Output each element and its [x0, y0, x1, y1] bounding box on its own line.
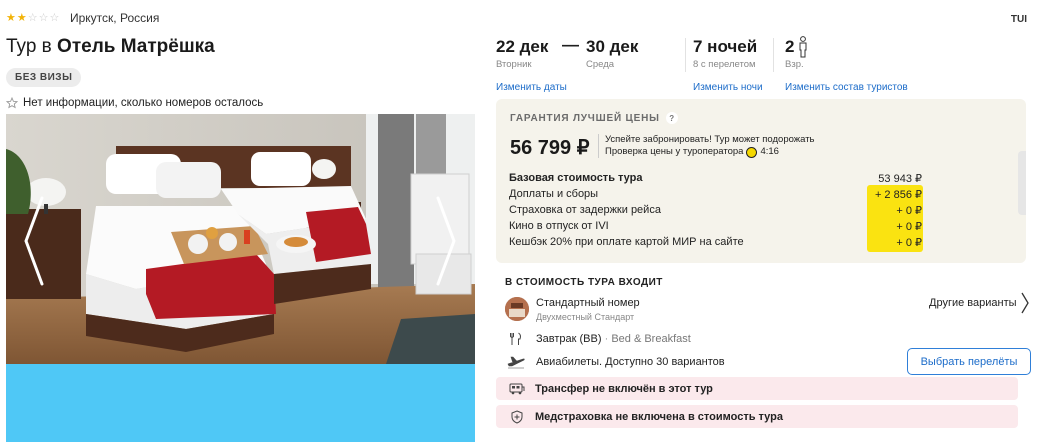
photo-prev-arrow[interactable]	[24, 196, 44, 286]
urgency-line2: Проверка цены у туроператора	[605, 146, 744, 157]
page-title: Тур в Отель Матрёшка	[6, 36, 215, 58]
nights-count: 7 ночей	[693, 37, 758, 56]
price-check-row: Проверка цены у туроператора 4:16	[605, 146, 779, 158]
meal-separator: ·	[604, 333, 609, 345]
hotel-stars: ★★☆☆☆	[6, 11, 60, 24]
rooms-info-text: Нет информации, сколько номеров осталось	[23, 97, 264, 109]
clock-icon	[746, 146, 758, 158]
included-title: В СТОИМОСТЬ ТУРА ВХОДИТ	[505, 277, 663, 288]
base-cost-value: 53 943 ₽	[878, 173, 922, 185]
divider	[685, 38, 686, 72]
photo-next-arrow[interactable]	[436, 196, 456, 286]
choose-flights-button[interactable]: Выбрать перелёты	[907, 348, 1031, 375]
other-options-link[interactable]: Другие варианты	[929, 297, 1017, 309]
visa-badge: БЕЗ ВИЗЫ	[6, 68, 82, 87]
ivi-value: + 0 ₽	[896, 221, 922, 233]
image-placeholder	[6, 364, 475, 442]
change-dates-link[interactable]: Изменить даты	[496, 82, 567, 93]
date-to-day: Среда	[586, 59, 615, 70]
room-type: Двухместный Стандарт	[536, 312, 635, 322]
transfer-warning: Трансфер не включён в этот тур	[496, 377, 1018, 400]
rooms-availability: Нет информации, сколько номеров осталось	[6, 97, 263, 109]
star-empty-icon: ☆☆☆	[27, 12, 61, 24]
delay-insurance-label: Страховка от задержки рейса	[509, 204, 661, 216]
fees-label: Доплаты и сборы	[509, 188, 599, 200]
room-thumbnail	[505, 297, 529, 321]
best-price-guarantee: ГАРАНТИЯ ЛУЧШЕЙ ЦЕНЫ ?	[510, 112, 678, 124]
date-from: 22 дек	[496, 37, 549, 56]
side-tab[interactable]	[1018, 151, 1026, 215]
hotel-photo[interactable]	[6, 114, 475, 364]
date-dash: —	[562, 35, 579, 54]
hotel-location: Иркутск, Россия	[70, 11, 160, 25]
insurance-warning-text: Медстраховка не включена в стоимость тур…	[535, 410, 783, 423]
room-photo-illustration	[6, 114, 475, 364]
tourists-sub: Взр.	[785, 59, 804, 70]
insurance-warning: Медстраховка не включена в стоимость тур…	[496, 405, 1018, 428]
cutlery-icon	[510, 332, 521, 345]
timer-value: 4:16	[760, 146, 779, 157]
title-prefix: Тур в	[6, 36, 52, 57]
date-to: 30 дек	[586, 37, 639, 56]
star-outline-icon	[6, 97, 18, 109]
urgency-note: Успейте забронировать! Тур может подорож…	[598, 134, 815, 158]
fees-value: + 2 856 ₽	[874, 189, 922, 201]
change-nights-link[interactable]: Изменить ночи	[693, 82, 763, 93]
transfer-warning-text: Трансфер не включён в этот тур	[535, 382, 713, 395]
base-cost-label: Базовая стоимость тура	[509, 172, 643, 184]
ivi-label: Кино в отпуск от IVI	[509, 220, 609, 232]
room-name: Стандартный номер	[536, 297, 640, 309]
hotel-name: Отель Матрёшка	[57, 36, 215, 57]
date-from-day: Вторник	[496, 59, 532, 70]
nights-sub: 8 с перелетом	[693, 59, 756, 70]
bus-icon	[502, 383, 532, 395]
divider	[773, 38, 774, 72]
cashback-label: Кешбэк 20% при оплате картой МИР на сайт…	[509, 236, 744, 248]
shield-icon	[502, 409, 532, 424]
meal-plan: Завтрак (BB) · Bed & Breakfast	[536, 333, 691, 345]
flights-info: Авиабилеты. Доступно 30 вариантов	[536, 356, 725, 368]
star-filled-icon: ★★	[6, 12, 28, 24]
change-tourists-link[interactable]: Изменить состав туристов	[785, 82, 908, 93]
tourists-count: 2	[785, 37, 795, 56]
person-icon	[799, 36, 807, 58]
guarantee-label: ГАРАНТИЯ ЛУЧШЕЙ ЦЕНЫ	[510, 112, 660, 124]
chevron-right-icon[interactable]	[1020, 291, 1030, 315]
plane-icon	[507, 356, 525, 369]
urgency-line1: Успейте забронировать! Тур может подорож…	[605, 134, 815, 145]
help-icon[interactable]: ?	[665, 112, 678, 124]
price-box: ГАРАНТИЯ ЛУЧШЕЙ ЦЕНЫ ? 56 799 ₽ Успейте …	[496, 99, 1026, 263]
cashback-value: + 0 ₽	[896, 237, 922, 249]
meal-sub: Bed & Breakfast	[611, 333, 691, 345]
total-price: 56 799 ₽	[510, 137, 590, 159]
meal-name: Завтрак (BB)	[536, 333, 602, 345]
delay-insurance-value: + 0 ₽	[896, 205, 922, 217]
operator-logo: TUI	[1010, 14, 1027, 25]
